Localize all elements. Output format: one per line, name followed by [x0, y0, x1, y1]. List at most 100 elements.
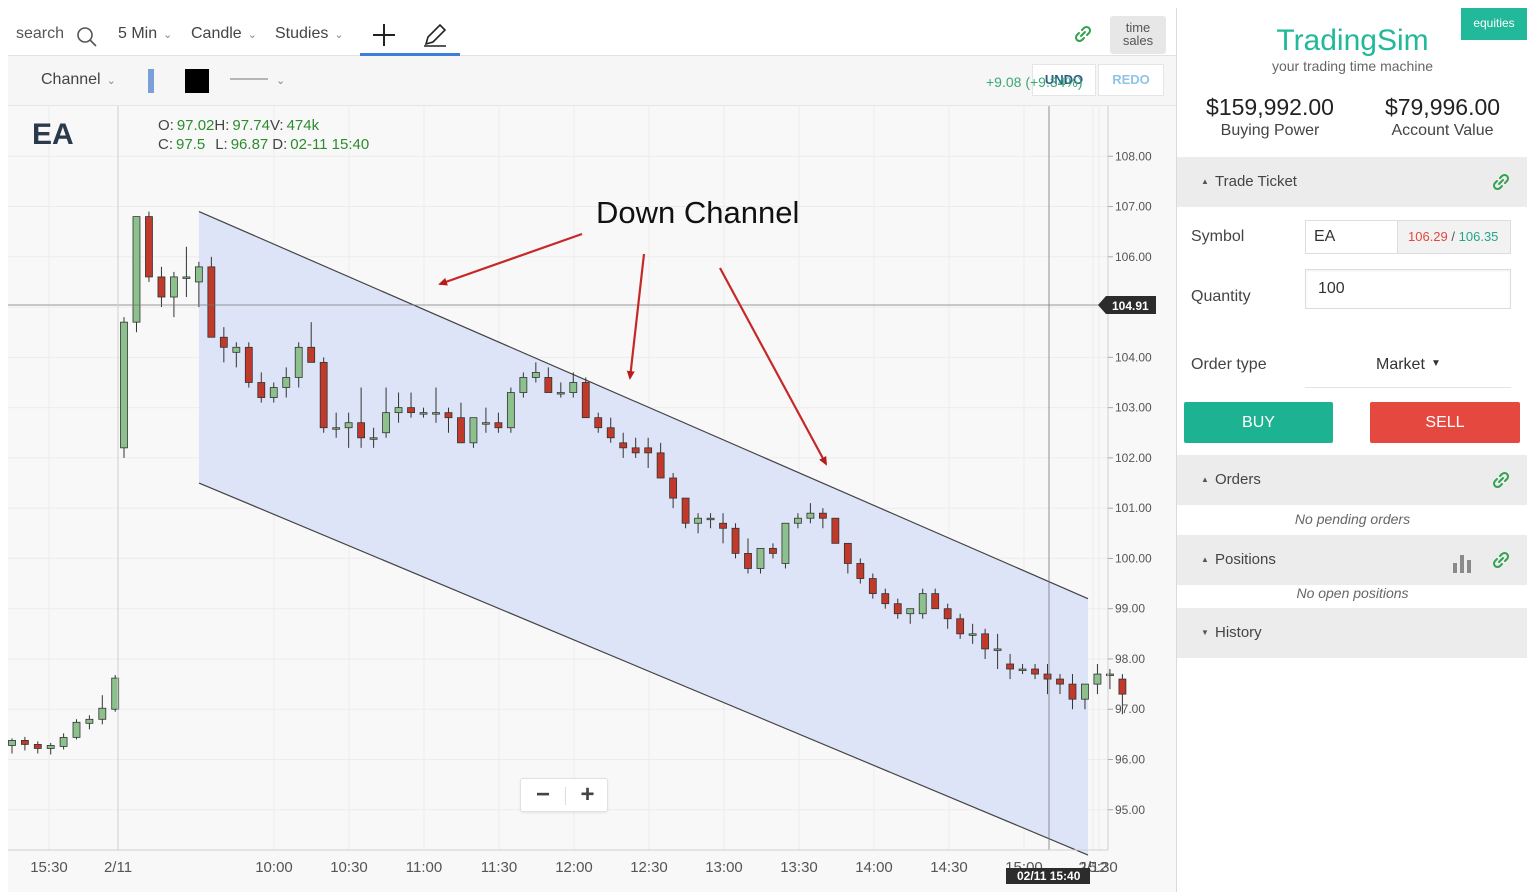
- bid-price: 106.29: [1408, 229, 1448, 244]
- x-tick-label: 11:30: [481, 859, 517, 876]
- buy-button[interactable]: BUY: [1184, 402, 1333, 443]
- symbol-input[interactable]: EA: [1306, 221, 1398, 253]
- candle-body-down: [1056, 678, 1064, 685]
- drawing-options-bar: Channel ⌄ ⌄ UNDO REDO +9.08 (+9.34%): [8, 56, 1176, 106]
- search-box[interactable]: search: [16, 8, 116, 56]
- candle-body-down: [893, 603, 902, 615]
- fill-color-swatch[interactable]: [185, 69, 209, 93]
- candle[interactable]: [33, 741, 42, 754]
- drawing-tool-select[interactable]: Channel ⌄: [41, 56, 116, 105]
- trade-ticket-header[interactable]: ▲ Trade Ticket: [1177, 157, 1527, 207]
- positions-header[interactable]: ▲ Positions: [1177, 535, 1527, 585]
- candle[interactable]: [72, 719, 81, 740]
- candle-body-down: [669, 477, 678, 499]
- redo-button[interactable]: REDO: [1098, 64, 1164, 96]
- candle-body-up: [706, 517, 715, 521]
- trade-ticket-title: Trade Ticket: [1215, 173, 1297, 190]
- candle[interactable]: [207, 256, 216, 338]
- candle-body-down: [444, 412, 453, 419]
- candle[interactable]: [157, 266, 166, 308]
- link-icon[interactable]: [1492, 173, 1510, 191]
- candle[interactable]: [244, 342, 253, 388]
- bar-chart-icon[interactable]: [1452, 553, 1472, 573]
- candle[interactable]: [98, 695, 107, 725]
- candle-body-down: [868, 578, 877, 595]
- annotation-arrow-2: [626, 253, 646, 380]
- candle-body-down: [581, 382, 590, 419]
- quantity-input[interactable]: 100: [1305, 269, 1511, 309]
- link-icon[interactable]: [1074, 25, 1092, 43]
- candle[interactable]: [85, 715, 94, 730]
- candle-body-up: [98, 707, 107, 720]
- candle-body-down: [307, 346, 316, 363]
- order-type-value: Market: [1376, 356, 1425, 373]
- candle[interactable]: [1093, 664, 1102, 695]
- candle[interactable]: [581, 377, 590, 419]
- history-title: History: [1215, 624, 1262, 641]
- candle[interactable]: [145, 211, 153, 282]
- candle[interactable]: [731, 523, 740, 559]
- candle-body-up: [556, 392, 565, 395]
- candle[interactable]: [20, 736, 29, 751]
- orders-header[interactable]: ▲ Orders: [1177, 455, 1527, 505]
- candle-body-down: [319, 361, 328, 429]
- chart-type-label: Candle: [191, 25, 242, 42]
- candle-body-down: [818, 512, 827, 519]
- candle[interactable]: [8, 738, 16, 754]
- search-input[interactable]: search: [16, 25, 64, 42]
- low-value: 96.87: [231, 136, 269, 153]
- candle[interactable]: [1106, 669, 1114, 690]
- studies-select[interactable]: Studies ⌄: [275, 8, 344, 56]
- symbol-label: Symbol: [1191, 228, 1245, 245]
- candle-body-down: [257, 382, 266, 398]
- line-color-swatch[interactable]: [148, 69, 154, 93]
- candle[interactable]: [46, 742, 55, 755]
- link-icon[interactable]: [1492, 551, 1510, 569]
- x-tick-label: 2/11: [104, 859, 132, 876]
- x-tick-label: 12:30: [630, 859, 668, 876]
- candle-body-down: [606, 427, 615, 439]
- candle[interactable]: [170, 271, 178, 318]
- y-tick-label: 100.00: [1115, 551, 1152, 565]
- order-type-select[interactable]: Market ▼: [1305, 346, 1511, 388]
- search-icon[interactable]: [76, 26, 98, 48]
- line-style-select[interactable]: ⌄: [230, 56, 285, 105]
- candle[interactable]: [781, 522, 790, 569]
- x-tick-label: 10:30: [330, 859, 368, 876]
- candle[interactable]: [319, 357, 328, 433]
- orders-title: Orders: [1215, 471, 1261, 488]
- zoom-out-button[interactable]: −: [521, 779, 565, 813]
- candle[interactable]: [59, 733, 68, 750]
- ohlc-line-2: C: 97.5 L: 96.87 D: 02-11 15:40: [158, 136, 369, 153]
- chart-area[interactable]: 108.00107.00106.00105.00104.00103.00102.…: [8, 106, 1176, 892]
- candle[interactable]: [506, 387, 515, 433]
- candle-body-down: [407, 407, 415, 414]
- candle-body-down: [544, 377, 553, 393]
- candle[interactable]: [182, 246, 191, 298]
- crosshair-tool-icon[interactable]: [371, 22, 397, 48]
- chart-type-select[interactable]: Candle ⌄: [191, 8, 257, 56]
- candle[interactable]: [120, 317, 128, 458]
- channel-fill: [199, 211, 1088, 856]
- quantity-label: Quantity: [1191, 288, 1251, 305]
- link-icon[interactable]: [1492, 471, 1510, 489]
- y-tick-label: 103.00: [1115, 401, 1152, 415]
- history-header[interactable]: ▼ History: [1177, 608, 1527, 658]
- pencil-draw-icon[interactable]: [422, 22, 448, 48]
- candle[interactable]: [132, 216, 141, 333]
- candle[interactable]: [831, 517, 840, 544]
- candle-body-up: [993, 648, 1002, 651]
- zoom-in-button[interactable]: +: [566, 779, 609, 813]
- candle-body-up: [1081, 683, 1089, 700]
- caret-down-icon: ▼: [1431, 358, 1441, 369]
- chevron-down-icon: ⌄: [106, 75, 116, 87]
- candle-body-up: [120, 321, 128, 449]
- interval-select[interactable]: 5 Min ⌄: [118, 8, 172, 56]
- candle-body-up: [694, 517, 702, 524]
- caret-up-icon: ▲: [1201, 475, 1209, 484]
- price-chart[interactable]: 108.00107.00106.00105.00104.00103.00102.…: [8, 106, 1176, 892]
- y-tick-label: 108.00: [1115, 149, 1152, 163]
- sell-button[interactable]: SELL: [1370, 402, 1520, 443]
- time-sales-button[interactable]: time sales: [1110, 16, 1166, 54]
- annotation-label: Down Channel: [596, 195, 799, 230]
